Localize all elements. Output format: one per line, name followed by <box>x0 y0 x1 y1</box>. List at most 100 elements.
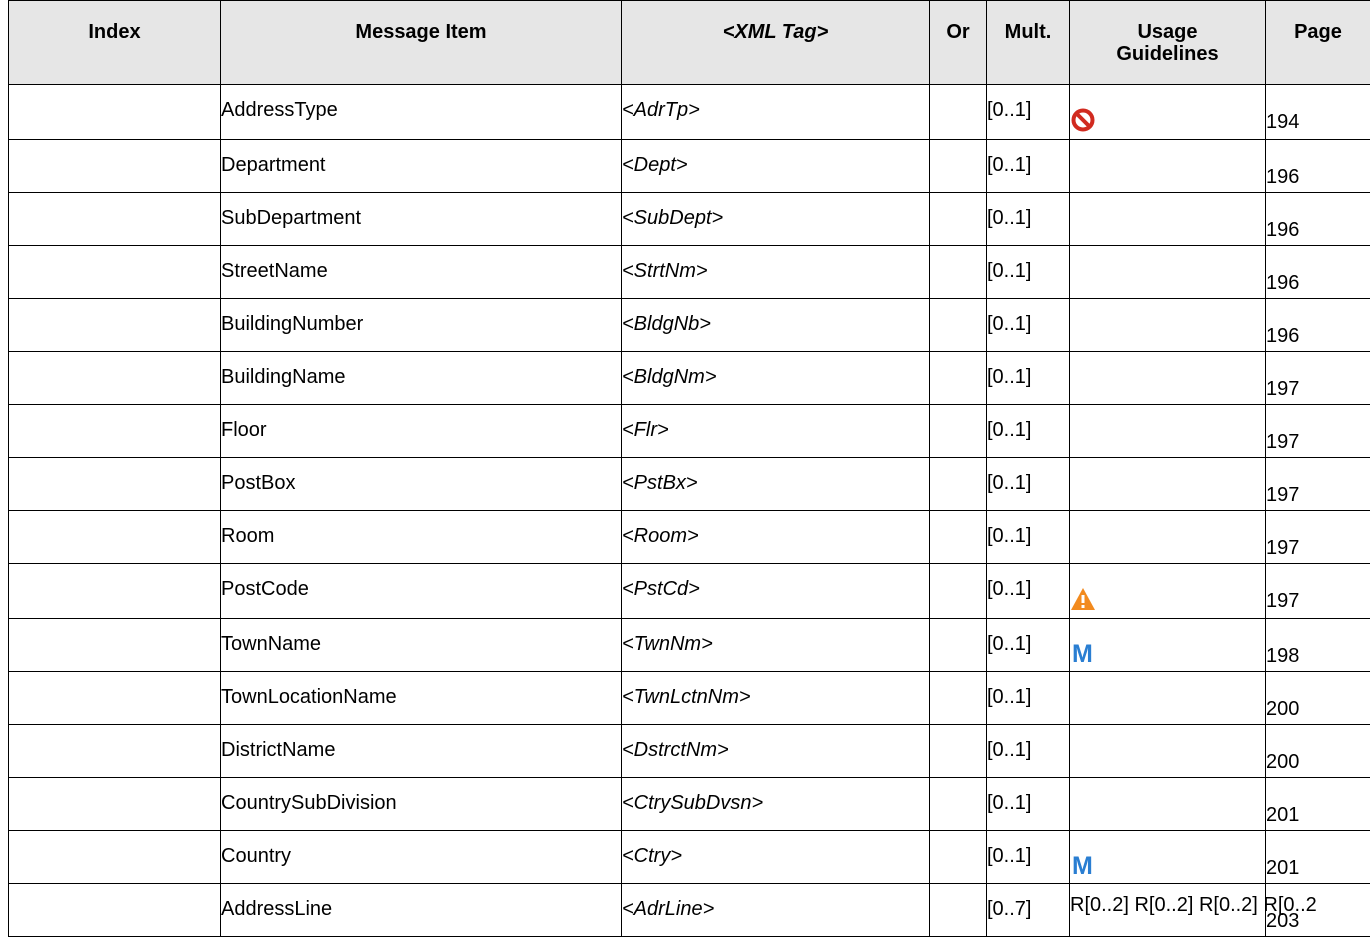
cell-usage-guidelines <box>1069 563 1266 619</box>
cell-message-item: CountrySubDivision <box>220 777 622 831</box>
table-body: AddressType <AdrTp> [0..1] 194 Department <De… <box>8 84 1370 937</box>
cell-index <box>8 883 221 937</box>
m-icon: M <box>1072 852 1093 880</box>
cell-xml-tag: <StrtNm> <box>621 245 930 299</box>
cell-message-item: TownName <box>220 618 622 672</box>
cell-page: 197 <box>1265 351 1370 405</box>
cell-or <box>929 671 987 725</box>
cell-message-item: PostBox <box>220 457 622 511</box>
cell-or <box>929 777 987 831</box>
header-mult: Mult. <box>986 0 1070 85</box>
cell-mult: [0..1] <box>986 298 1070 352</box>
cell-usage-guidelines <box>1069 351 1266 405</box>
cell-xml-tag: <AdrTp> <box>621 84 930 140</box>
cell-or <box>929 139 987 193</box>
cell-mult: [0..7] <box>986 883 1070 937</box>
cell-message-item: Floor <box>220 404 622 458</box>
cell-message-item: BuildingNumber <box>220 298 622 352</box>
table-row: DistrictName <DstrctNm> [0..1] 200 <box>8 724 1370 778</box>
cell-index <box>8 510 221 564</box>
cell-message-item: PostCode <box>220 563 622 619</box>
cell-message-item: BuildingName <box>220 351 622 405</box>
table-row: Country <Ctry> [0..1] M 201 <box>8 830 1370 884</box>
cell-message-item: TownLocationName <box>220 671 622 725</box>
table-row: PostCode <PstCd> [0..1] 197 <box>8 563 1370 619</box>
cell-or <box>929 192 987 246</box>
usage-text: R[0..2] R[0..2] R[0..2] R[0..2 <box>1070 894 1317 916</box>
cell-index <box>8 830 221 884</box>
cell-index <box>8 457 221 511</box>
cell-page: 201 <box>1265 777 1370 831</box>
page-number: 196 <box>1266 272 1300 294</box>
cell-message-item: Department <box>220 139 622 193</box>
cell-or <box>929 830 987 884</box>
cell-index <box>8 777 221 831</box>
message-items-table: Index Message Item <XML Tag> Or Mult. Us… <box>8 0 1370 937</box>
cell-page: 197 <box>1265 510 1370 564</box>
cell-usage-guidelines <box>1069 84 1266 140</box>
cell-index <box>8 618 221 672</box>
cell-message-item: AddressLine <box>220 883 622 937</box>
table-row: TownLocationName <TwnLctnNm> [0..1] 200 <box>8 671 1370 725</box>
cell-page: 196 <box>1265 139 1370 193</box>
cell-mult: [0..1] <box>986 404 1070 458</box>
cell-or <box>929 883 987 937</box>
cell-message-item: DistrictName <box>220 724 622 778</box>
header-message-item: Message Item <box>220 0 622 85</box>
cell-mult: [0..1] <box>986 671 1070 725</box>
page-number: 201 <box>1266 857 1300 879</box>
cell-xml-tag: <BldgNb> <box>621 298 930 352</box>
page-number: 197 <box>1266 431 1300 453</box>
cell-or <box>929 510 987 564</box>
cell-or <box>929 351 987 405</box>
warning-icon <box>1070 586 1098 614</box>
table-row: AddressLine <AdrLine> [0..7] R[0..2] R[0..2… <box>8 883 1370 937</box>
cell-message-item: SubDepartment <box>220 192 622 246</box>
cell-mult: [0..1] <box>986 618 1070 672</box>
cell-xml-tag: <Dept> <box>621 139 930 193</box>
cell-usage-guidelines <box>1069 192 1266 246</box>
page-number: 197 <box>1266 590 1300 612</box>
cell-page: 198 <box>1265 618 1370 672</box>
table-row: AddressType <AdrTp> [0..1] 194 <box>8 84 1370 140</box>
table-row: Room <Room> [0..1] 197 <box>8 510 1370 564</box>
cell-mult: [0..1] <box>986 777 1070 831</box>
cell-usage-guidelines <box>1069 671 1266 725</box>
cell-message-item: AddressType <box>220 84 622 140</box>
cell-page: 200 <box>1265 724 1370 778</box>
cell-index <box>8 84 221 140</box>
header-index: Index <box>8 0 221 85</box>
table-row: CountrySubDivision <CtrySubDvsn> [0..1] 201 <box>8 777 1370 831</box>
cell-page: 194 <box>1265 84 1370 140</box>
cell-usage-guidelines <box>1069 139 1266 193</box>
table-row: BuildingName <BldgNm> [0..1] 197 <box>8 351 1370 405</box>
cell-or <box>929 618 987 672</box>
cell-page: 201 <box>1265 830 1370 884</box>
cell-index <box>8 192 221 246</box>
header-xml-tag: <XML Tag> <box>621 0 930 85</box>
cell-xml-tag: <Flr> <box>621 404 930 458</box>
page-number: 196 <box>1266 166 1300 188</box>
cell-page: 197 <box>1265 404 1370 458</box>
cell-mult: [0..1] <box>986 510 1070 564</box>
cell-page: 197 <box>1265 457 1370 511</box>
cell-index <box>8 404 221 458</box>
page-number: 194 <box>1266 111 1300 133</box>
cell-or <box>929 298 987 352</box>
cell-usage-guidelines <box>1069 510 1266 564</box>
cell-usage-guidelines <box>1069 457 1266 511</box>
cell-usage-guidelines <box>1069 777 1266 831</box>
cell-usage-guidelines <box>1069 245 1266 299</box>
cell-mult: [0..1] <box>986 830 1070 884</box>
cell-xml-tag: <SubDept> <box>621 192 930 246</box>
cell-mult: [0..1] <box>986 457 1070 511</box>
m-icon: M <box>1072 640 1093 668</box>
table-row: SubDepartment <SubDept> [0..1] 196 <box>8 192 1370 246</box>
page-number: 197 <box>1266 484 1300 506</box>
cell-xml-tag: <PstBx> <box>621 457 930 511</box>
header-usage-line2: Guidelines <box>1116 43 1219 65</box>
cell-xml-tag: <BldgNm> <box>621 351 930 405</box>
header-or: Or <box>929 0 987 85</box>
prohibited-icon <box>1070 107 1098 135</box>
table-row: Floor <Flr> [0..1] 197 <box>8 404 1370 458</box>
